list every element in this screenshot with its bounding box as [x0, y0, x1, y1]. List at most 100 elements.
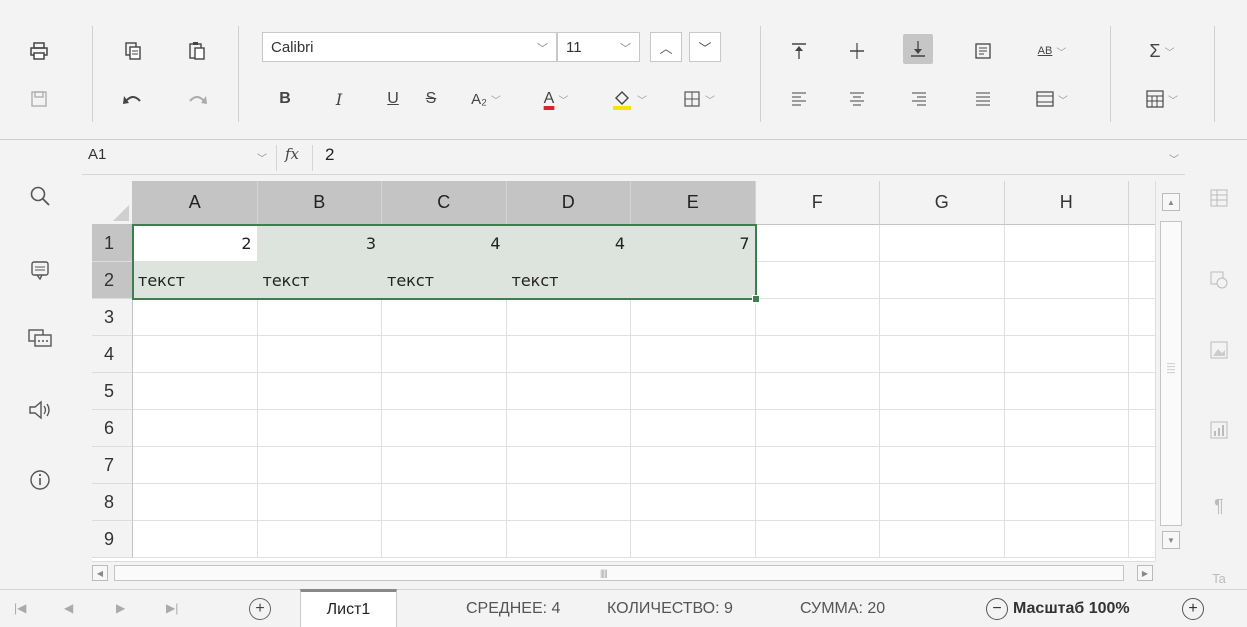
cell-a9[interactable] [133, 521, 258, 558]
row-header-8[interactable]: 8 [92, 484, 133, 521]
sum-button[interactable]: Σ ﹀ [1140, 38, 1184, 64]
formula-input[interactable]: 2 [325, 145, 334, 165]
zoom-out-button[interactable]: − [986, 598, 1008, 620]
cell-d5[interactable] [506, 373, 631, 410]
cell-a4[interactable] [133, 336, 258, 373]
cell-f4[interactable] [755, 336, 880, 373]
zoom-in-button[interactable]: + [1182, 598, 1204, 620]
column-header-h[interactable]: H [1004, 181, 1129, 225]
row-header-6[interactable]: 6 [92, 410, 133, 447]
function-icon[interactable]: fx [285, 145, 299, 163]
cell-f6[interactable] [755, 410, 880, 447]
cell-d2[interactable]: текст [506, 262, 631, 299]
cell-settings-icon[interactable] [1208, 187, 1230, 209]
wrap-text-button[interactable]: AB ﹀ [1030, 38, 1074, 64]
cell-c7[interactable] [382, 447, 507, 484]
scroll-up-icon[interactable]: ▲ [1162, 193, 1180, 211]
expand-formula-icon[interactable]: ﹀ [1169, 151, 1179, 166]
cell-e6[interactable] [631, 410, 756, 447]
row-header-3[interactable]: 3 [92, 299, 133, 336]
cell-h7[interactable] [1004, 447, 1129, 484]
column-header-f[interactable]: F [755, 181, 880, 225]
cell-e9[interactable] [631, 521, 756, 558]
redo-icon[interactable] [184, 86, 210, 112]
cell-f3[interactable] [755, 299, 880, 336]
select-all-corner[interactable] [92, 181, 133, 225]
cell-b6[interactable] [257, 410, 382, 447]
paste-icon[interactable] [184, 38, 210, 64]
column-header-b[interactable]: B [257, 181, 382, 225]
subscript-button[interactable]: A₂ ﹀ [466, 86, 506, 112]
cell-f9[interactable] [755, 521, 880, 558]
font-color-button[interactable]: A ﹀ [536, 86, 576, 112]
cell-f7[interactable] [755, 447, 880, 484]
column-header-g[interactable]: G [880, 181, 1005, 225]
cell-e8[interactable] [631, 484, 756, 521]
table-format-button[interactable]: ﹀ [1140, 86, 1184, 112]
column-header-e[interactable]: E [631, 181, 756, 225]
cell-a7[interactable] [133, 447, 258, 484]
cell-c5[interactable] [382, 373, 507, 410]
italic-button[interactable]: I [326, 86, 352, 112]
cell-g1[interactable] [880, 225, 1005, 262]
merge-cells-button[interactable]: ﹀ [1030, 86, 1074, 112]
cell-d7[interactable] [506, 447, 631, 484]
first-sheet-icon[interactable]: |◀ [14, 601, 26, 615]
zoom-level[interactable]: Масштаб 100% [1013, 600, 1130, 618]
vertical-scroll-thumb[interactable]: — — — — [1160, 221, 1182, 526]
cell-e1[interactable]: 7 [631, 225, 756, 262]
cell-e7[interactable] [631, 447, 756, 484]
cell-d6[interactable] [506, 410, 631, 447]
cell-h1[interactable] [1004, 225, 1129, 262]
cell-d1[interactable]: 4 [506, 225, 631, 262]
cell-d3[interactable] [506, 299, 631, 336]
align-left-icon[interactable] [786, 86, 812, 112]
bold-button[interactable]: B [272, 86, 298, 112]
row-header-1[interactable]: 1 [92, 225, 133, 262]
cell-a5[interactable] [133, 373, 258, 410]
cell-a6[interactable] [133, 410, 258, 447]
horizontal-scrollbar[interactable]: ◀ ||||| ▶ [92, 561, 1155, 585]
cell-a2[interactable]: текст [133, 262, 258, 299]
cell-d8[interactable] [506, 484, 631, 521]
info-icon[interactable] [27, 467, 53, 493]
sheet-tab[interactable]: Лист1 [300, 589, 397, 627]
add-sheet-button[interactable]: + [249, 598, 271, 620]
cell-b3[interactable] [257, 299, 382, 336]
cell-c8[interactable] [382, 484, 507, 521]
next-sheet-icon[interactable]: ▶ [116, 601, 125, 615]
borders-button[interactable]: ﹀ [678, 86, 720, 112]
column-header-c[interactable]: C [382, 181, 507, 225]
save-icon[interactable] [26, 86, 52, 112]
cell-b4[interactable] [257, 336, 382, 373]
undo-icon[interactable] [120, 86, 146, 112]
cell-e5[interactable] [631, 373, 756, 410]
cell-g5[interactable] [880, 373, 1005, 410]
cell-g2[interactable] [880, 262, 1005, 299]
paragraph-settings-icon[interactable]: ¶ [1208, 495, 1230, 517]
cell-g9[interactable] [880, 521, 1005, 558]
last-sheet-icon[interactable]: ▶| [166, 601, 178, 615]
cell-h2[interactable] [1004, 262, 1129, 299]
align-center-icon[interactable] [844, 86, 870, 112]
row-header-2[interactable]: 2 [92, 262, 133, 299]
image-settings-icon[interactable] [1208, 339, 1230, 361]
cell-g6[interactable] [880, 410, 1005, 447]
cell-f1[interactable] [755, 225, 880, 262]
cell-h4[interactable] [1004, 336, 1129, 373]
cell-c6[interactable] [382, 410, 507, 447]
cell-e3[interactable] [631, 299, 756, 336]
text-art-icon[interactable]: Ta [1208, 567, 1230, 589]
row-header-9[interactable]: 9 [92, 521, 133, 558]
cell-h8[interactable] [1004, 484, 1129, 521]
scroll-down-icon[interactable]: ▼ [1162, 531, 1180, 549]
cell-f8[interactable] [755, 484, 880, 521]
cell-e4[interactable] [631, 336, 756, 373]
cell-d9[interactable] [506, 521, 631, 558]
cell-h5[interactable] [1004, 373, 1129, 410]
cell-b9[interactable] [257, 521, 382, 558]
column-header-a[interactable]: A [133, 181, 258, 225]
cell-g7[interactable] [880, 447, 1005, 484]
align-right-icon[interactable] [906, 86, 932, 112]
copy-icon[interactable] [120, 38, 146, 64]
